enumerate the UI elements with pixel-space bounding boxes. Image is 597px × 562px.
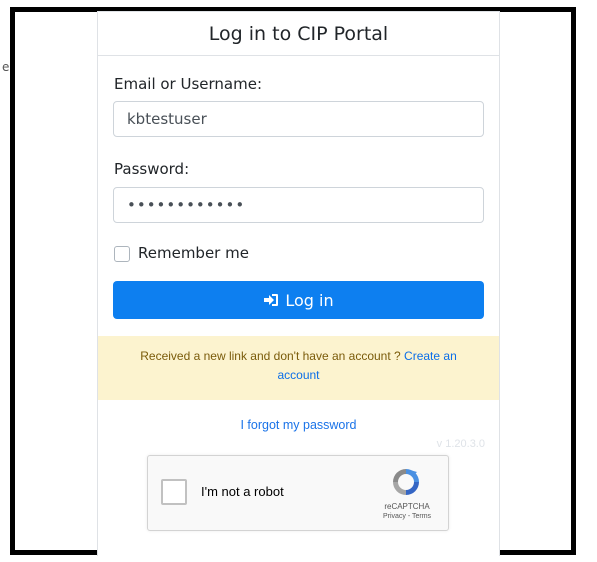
username-label: Email or Username: <box>114 75 263 93</box>
card-title: Log in to CIP Portal <box>98 12 499 56</box>
recaptcha-privacy-terms[interactable]: Privacy - Terms <box>374 513 440 520</box>
remember-me-checkbox[interactable] <box>114 246 130 262</box>
password-label: Password: <box>114 160 190 178</box>
recaptcha-checkbox[interactable] <box>161 479 187 505</box>
forgot-password-link[interactable]: I forgot my password <box>98 418 499 432</box>
login-card: Log in to CIP Portal Email or Username: … <box>97 11 500 556</box>
recaptcha-brand: reCAPTCHA <box>384 502 430 511</box>
recaptcha-label: I'm not a robot <box>201 484 284 499</box>
version-label: v 1.20.3.0 <box>436 438 485 450</box>
stray-character: e <box>2 60 10 74</box>
notice-text: Received a new link and don't have an ac… <box>140 349 405 363</box>
remember-me-label[interactable]: Remember me <box>138 244 249 262</box>
password-value: •••••••••••• <box>127 196 246 214</box>
password-input[interactable]: •••••••••••• <box>113 187 484 223</box>
recaptcha-widget: I'm not a robot reCAPTCHA Privacy - Term… <box>147 455 449 531</box>
username-value: kbtestuser <box>127 110 207 128</box>
recaptcha-logo-icon <box>393 469 419 495</box>
sign-in-icon <box>263 293 279 307</box>
login-button-label: Log in <box>285 290 334 310</box>
new-link-notice: Received a new link and don't have an ac… <box>98 336 499 400</box>
username-input[interactable]: kbtestuser <box>113 101 484 137</box>
login-button[interactable]: Log in <box>113 281 484 319</box>
